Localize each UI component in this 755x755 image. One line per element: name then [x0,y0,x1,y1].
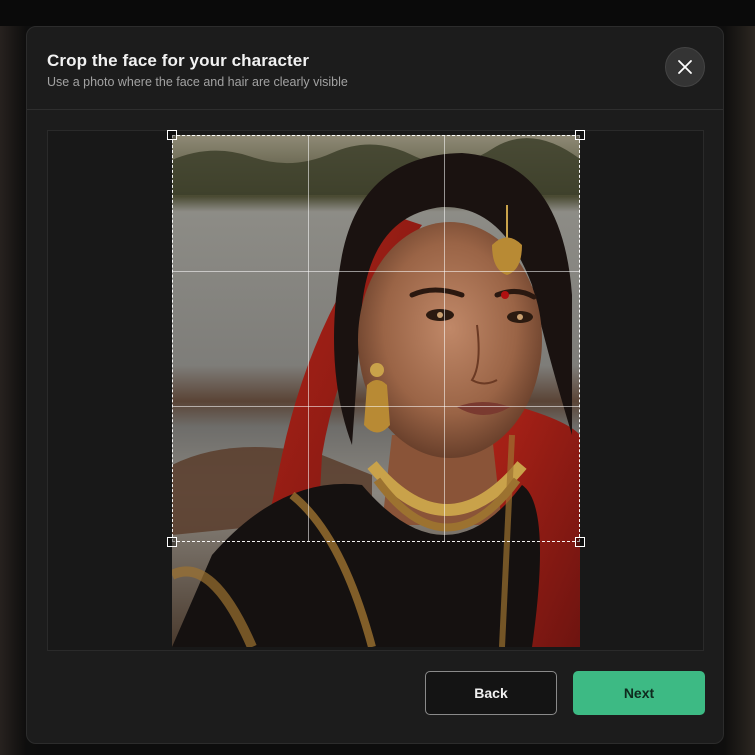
crop-selection[interactable] [172,135,580,542]
dialog-subtitle: Use a photo where the face and hair are … [47,75,348,89]
crop-dialog: Crop the face for your character Use a p… [26,26,724,744]
dialog-header: Crop the face for your character Use a p… [27,27,723,110]
crop-canvas[interactable] [47,130,704,651]
crop-handle-top-right[interactable] [575,130,585,140]
crop-handle-bottom-left[interactable] [167,537,177,547]
crop-handle-bottom-right[interactable] [575,537,585,547]
grid-line-horizontal-1 [173,270,579,272]
grid-line-vertical-2 [443,136,445,541]
crop-handle-top-left[interactable] [167,130,177,140]
next-button[interactable]: Next [573,671,705,715]
dialog-title: Crop the face for your character [47,51,310,70]
grid-line-vertical-1 [308,136,310,541]
back-button[interactable]: Back [425,671,557,715]
close-icon [678,60,692,74]
background-top-bar [0,0,755,26]
grid-line-horizontal-2 [173,405,579,407]
close-button[interactable] [665,47,705,87]
